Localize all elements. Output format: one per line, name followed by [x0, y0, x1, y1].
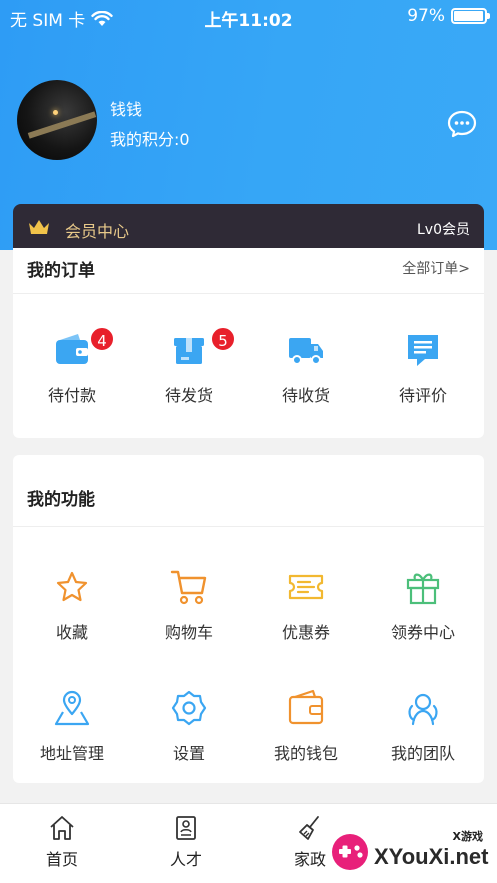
- battery-icon: [451, 8, 490, 24]
- functions-title: 我的功能: [27, 490, 95, 510]
- member-center-label: 会员中心: [65, 222, 130, 241]
- order-pending-review[interactable]: 待评价: [368, 330, 478, 406]
- team-icon: [408, 693, 438, 726]
- member-level: Lv0会员: [417, 222, 470, 238]
- wallet-icon: [56, 334, 88, 364]
- tab-label: 首页: [45, 850, 78, 869]
- user-points: 我的积分:0: [110, 130, 190, 149]
- message-icon[interactable]: [447, 110, 477, 138]
- divider: [13, 293, 484, 294]
- order-label: 待发货: [164, 386, 213, 405]
- battery-percent: 97%: [407, 6, 445, 26]
- gift-icon: [406, 573, 440, 605]
- order-label: 待收货: [281, 386, 330, 405]
- crown-icon: [29, 220, 49, 234]
- func-label: 设置: [172, 744, 205, 763]
- tab-talent[interactable]: 人才: [146, 814, 226, 870]
- watermark-text: XYouXi.net: [374, 844, 489, 869]
- func-label: 购物车: [164, 623, 213, 642]
- func-team[interactable]: 我的团队: [368, 688, 478, 764]
- order-pending-receipt[interactable]: 待收货: [251, 330, 361, 406]
- resume-icon: [176, 816, 196, 840]
- func-label: 地址管理: [39, 744, 104, 763]
- func-label: 我的钱包: [273, 744, 338, 763]
- func-coupon-center[interactable]: 领券中心: [368, 567, 478, 643]
- home-icon: [50, 816, 74, 840]
- member-center-bar[interactable]: 会员中心 Lv0会员: [13, 204, 484, 252]
- location-icon: [54, 690, 90, 726]
- func-address[interactable]: 地址管理: [17, 688, 127, 764]
- orders-title: 我的订单: [27, 261, 95, 281]
- cart-icon: [170, 570, 207, 605]
- avatar[interactable]: [17, 80, 97, 160]
- func-cart[interactable]: 购物车: [134, 567, 244, 643]
- func-label: 优惠券: [281, 623, 330, 642]
- order-count-badge: 4: [89, 326, 115, 352]
- battery-status: 97%: [407, 6, 490, 26]
- coupon-icon: [288, 574, 324, 600]
- wallet-icon: [288, 689, 324, 725]
- star-icon: [56, 571, 88, 602]
- order-pending-payment[interactable]: 待付款 4: [17, 326, 127, 406]
- tab-home[interactable]: 首页: [22, 814, 102, 870]
- box-icon: [174, 338, 204, 364]
- all-orders-link[interactable]: 全部订单>: [402, 258, 470, 278]
- divider: [13, 526, 484, 527]
- orders-card: 我的订单 全部订单> 待付款 4 待发货 5 待收货 待评价: [13, 248, 484, 438]
- func-label: 收藏: [55, 623, 88, 642]
- watermark: XYouXi.net X游戏: [326, 826, 491, 880]
- func-wallet[interactable]: 我的钱包: [251, 688, 361, 764]
- order-pending-shipment[interactable]: 待发货 5: [134, 326, 244, 406]
- comment-icon: [408, 335, 438, 366]
- func-favorites[interactable]: 收藏: [17, 567, 127, 643]
- func-label: 领券中心: [390, 623, 455, 642]
- func-settings[interactable]: 设置: [134, 688, 244, 764]
- gamepad-logo-icon: [332, 834, 368, 870]
- order-count-badge: 5: [210, 326, 236, 352]
- broom-icon: [299, 816, 319, 840]
- func-label: 我的团队: [390, 744, 455, 763]
- status-bar: 无 SIM 卡 上午11:02 97%: [0, 0, 497, 34]
- order-label: 待付款: [47, 386, 96, 405]
- tab-label: 人才: [169, 850, 202, 869]
- truck-icon: [289, 338, 323, 365]
- func-coupons[interactable]: 优惠券: [251, 567, 361, 643]
- order-label: 待评价: [398, 386, 447, 405]
- functions-card: 我的功能 收藏 购物车 优惠券 领券中心 地址管理 设置 我的钱包 我的团队: [13, 455, 484, 783]
- watermark-small-text: X游戏: [452, 830, 483, 843]
- user-name: 钱钱: [110, 100, 143, 119]
- settings-icon: [171, 690, 207, 726]
